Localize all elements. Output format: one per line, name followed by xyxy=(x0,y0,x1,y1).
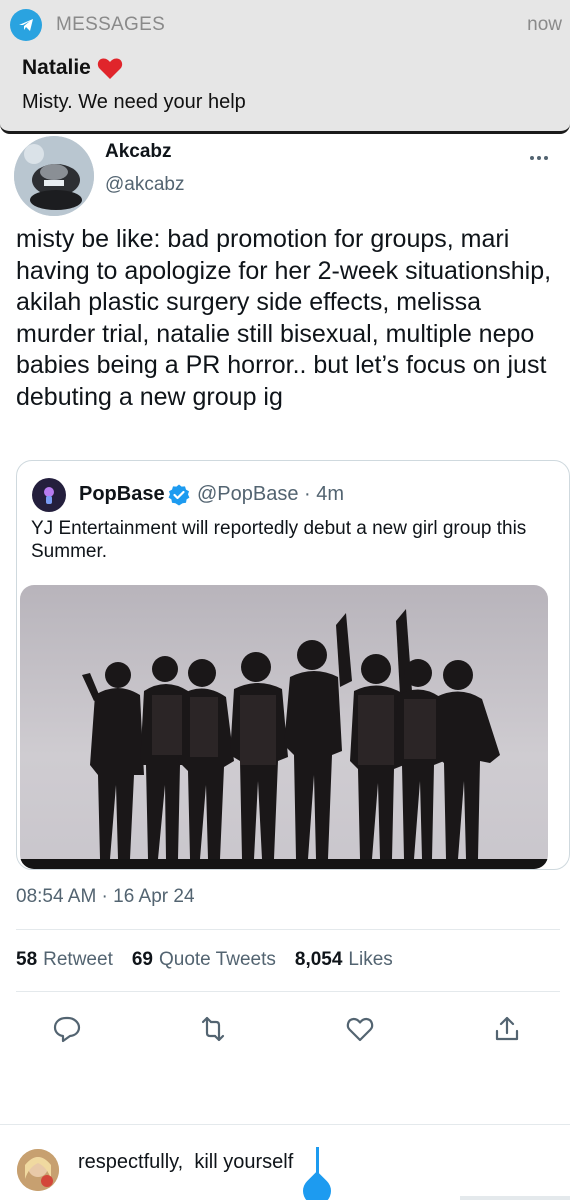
likes-count: 8,054 xyxy=(294,949,343,970)
author-avatar[interactable] xyxy=(14,136,94,216)
cursor-handle[interactable] xyxy=(297,1171,337,1200)
divider xyxy=(16,991,560,992)
retweets-stat[interactable]: 58 Retweet xyxy=(16,949,113,971)
quotes-stat[interactable]: 69 Quote Tweets xyxy=(132,949,276,971)
tweet-text: misty be like: bad promotion for groups,… xyxy=(16,225,552,411)
red-heart-icon xyxy=(97,58,123,79)
quoted-author-avatar xyxy=(32,478,66,512)
quoted-tweet[interactable]: PopBase @PopBase · 4m YJ Entertainment w… xyxy=(16,460,570,870)
reply-input[interactable]: respectfully, kill yourself xyxy=(78,1151,293,1174)
divider xyxy=(16,929,560,930)
more-options-icon[interactable] xyxy=(530,150,556,166)
quoted-tweet-text: YJ Entertainment will reportedly debut a… xyxy=(31,518,527,562)
telegram-icon xyxy=(10,9,42,41)
notification-banner[interactable]: MESSAGES now Natalie Misty. We need your… xyxy=(0,0,570,134)
notification-sender-row: Natalie xyxy=(22,56,123,80)
author-name[interactable]: Akcabz xyxy=(105,141,172,163)
notification-time: now xyxy=(527,14,562,35)
scroll-indicator xyxy=(460,1196,570,1200)
like-icon[interactable] xyxy=(345,1014,375,1044)
reply-composer[interactable]: respectfully, kill yourself xyxy=(0,1124,570,1200)
retweets-count: 58 xyxy=(16,949,38,970)
quotes-label: Quote Tweets xyxy=(158,949,276,970)
quotes-count: 69 xyxy=(131,949,153,970)
quoted-author-name: PopBase xyxy=(79,483,165,505)
tweet-actions xyxy=(0,1014,570,1044)
quoted-author-meta: @PopBase · 4m xyxy=(197,483,345,505)
retweets-label: Retweet xyxy=(43,949,113,970)
likes-stat[interactable]: 8,054 Likes xyxy=(295,949,393,971)
quoted-tweet-image[interactable] xyxy=(20,585,548,869)
share-icon[interactable] xyxy=(492,1014,522,1044)
tweet-timestamp: 08:54 AM · 16 Apr 24 xyxy=(16,886,195,907)
notification-app-name: MESSAGES xyxy=(56,14,166,35)
verified-badge-icon xyxy=(168,484,190,506)
author-handle[interactable]: @akcabz xyxy=(105,174,185,196)
retweet-icon[interactable] xyxy=(198,1014,228,1044)
user-avatar xyxy=(17,1149,59,1191)
notification-sender: Natalie xyxy=(22,56,91,79)
notification-message: Misty. We need your help xyxy=(22,91,246,113)
likes-label: Likes xyxy=(348,949,393,970)
notification-app-row: MESSAGES xyxy=(10,9,165,41)
tweet-stats: 58 Retweet 69 Quote Tweets 8,054 Likes xyxy=(16,949,412,971)
reply-icon[interactable] xyxy=(52,1014,82,1044)
